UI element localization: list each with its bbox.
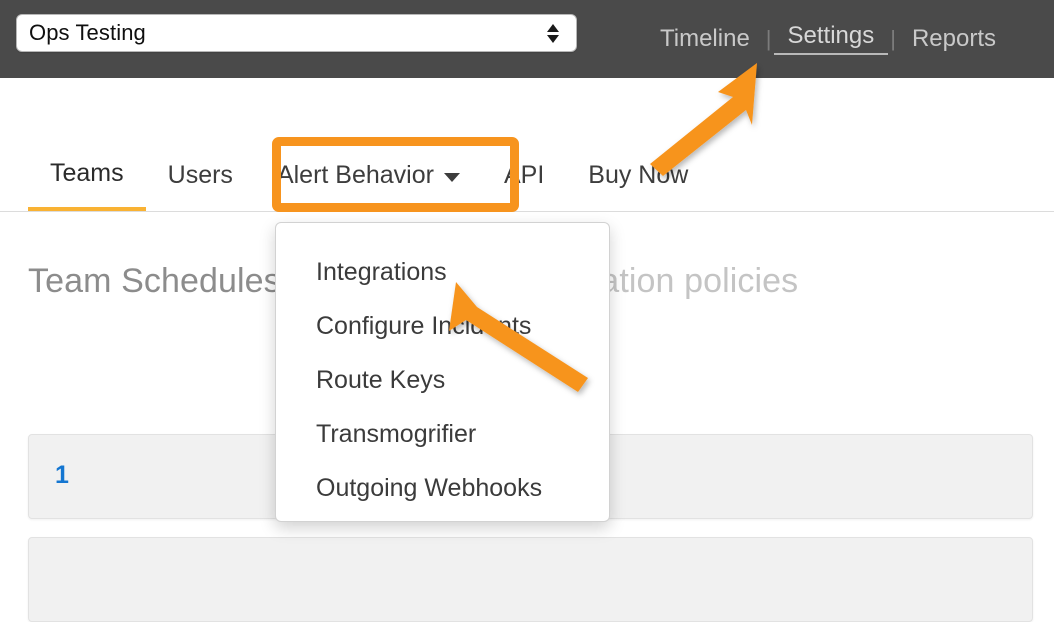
menu-item-configure-incidents-label: Configure Incidents (316, 312, 532, 340)
schedule-index-link[interactable]: 1 (55, 461, 69, 490)
team-select-value: Ops Testing (29, 20, 146, 45)
nav-separator-2: | (890, 26, 896, 51)
tab-teams-label: Teams (50, 159, 124, 187)
triangle-down-icon (547, 34, 559, 43)
menu-item-configure-incidents[interactable]: Configure Incidents (276, 299, 609, 353)
tab-buy-now[interactable]: Buy Now (566, 140, 710, 211)
schedule-card[interactable] (28, 537, 1033, 622)
menu-item-outgoing-webhooks-label: Outgoing Webhooks (316, 474, 543, 502)
team-select[interactable]: Ops Testing (16, 14, 577, 52)
top-navigation: Timeline | Settings | Reports (646, 0, 1054, 78)
menu-item-outgoing-webhooks[interactable]: Outgoing Webhooks (276, 461, 609, 515)
tab-users-label: Users (167, 161, 233, 189)
menu-item-transmogrifier[interactable]: Transmogrifier (276, 407, 609, 461)
tab-api-label: API (503, 161, 545, 189)
tab-api[interactable]: API (482, 140, 566, 211)
tab-users[interactable]: Users (146, 140, 255, 211)
menu-item-route-keys-label: Route Keys (316, 366, 446, 394)
tab-alert-behavior[interactable]: Alert Behavior (255, 140, 482, 211)
menu-item-route-keys[interactable]: Route Keys (276, 353, 609, 407)
menu-item-transmogrifier-label: Transmogrifier (316, 420, 477, 448)
alert-behavior-dropdown-menu: Integrations Configure Incidents Route K… (275, 222, 610, 522)
triangle-up-icon (547, 23, 559, 32)
nav-link-reports[interactable]: Reports (898, 25, 1010, 52)
nav-separator-1: | (765, 26, 772, 51)
page-title-text: Team Schedules (28, 262, 281, 300)
tab-buy-now-label: Buy Now (588, 161, 689, 189)
stepper-up-down-icon[interactable] (546, 20, 560, 46)
settings-tab-bar: Teams Users Alert Behavior API Buy Now (0, 140, 1054, 212)
tab-list: Teams Users Alert Behavior API Buy Now (28, 140, 710, 211)
menu-item-integrations-label: Integrations (316, 258, 447, 286)
chevron-down-icon (443, 173, 460, 182)
tab-alert-behavior-label: Alert Behavior (276, 161, 434, 189)
nav-link-settings[interactable]: Settings (773, 22, 889, 55)
top-header-bar: Ops Testing Timeline | Settings | Report… (0, 0, 1054, 78)
menu-item-integrations[interactable]: Integrations (276, 245, 609, 299)
nav-link-timeline[interactable]: Timeline (646, 25, 764, 52)
tab-teams[interactable]: Teams (28, 140, 146, 211)
